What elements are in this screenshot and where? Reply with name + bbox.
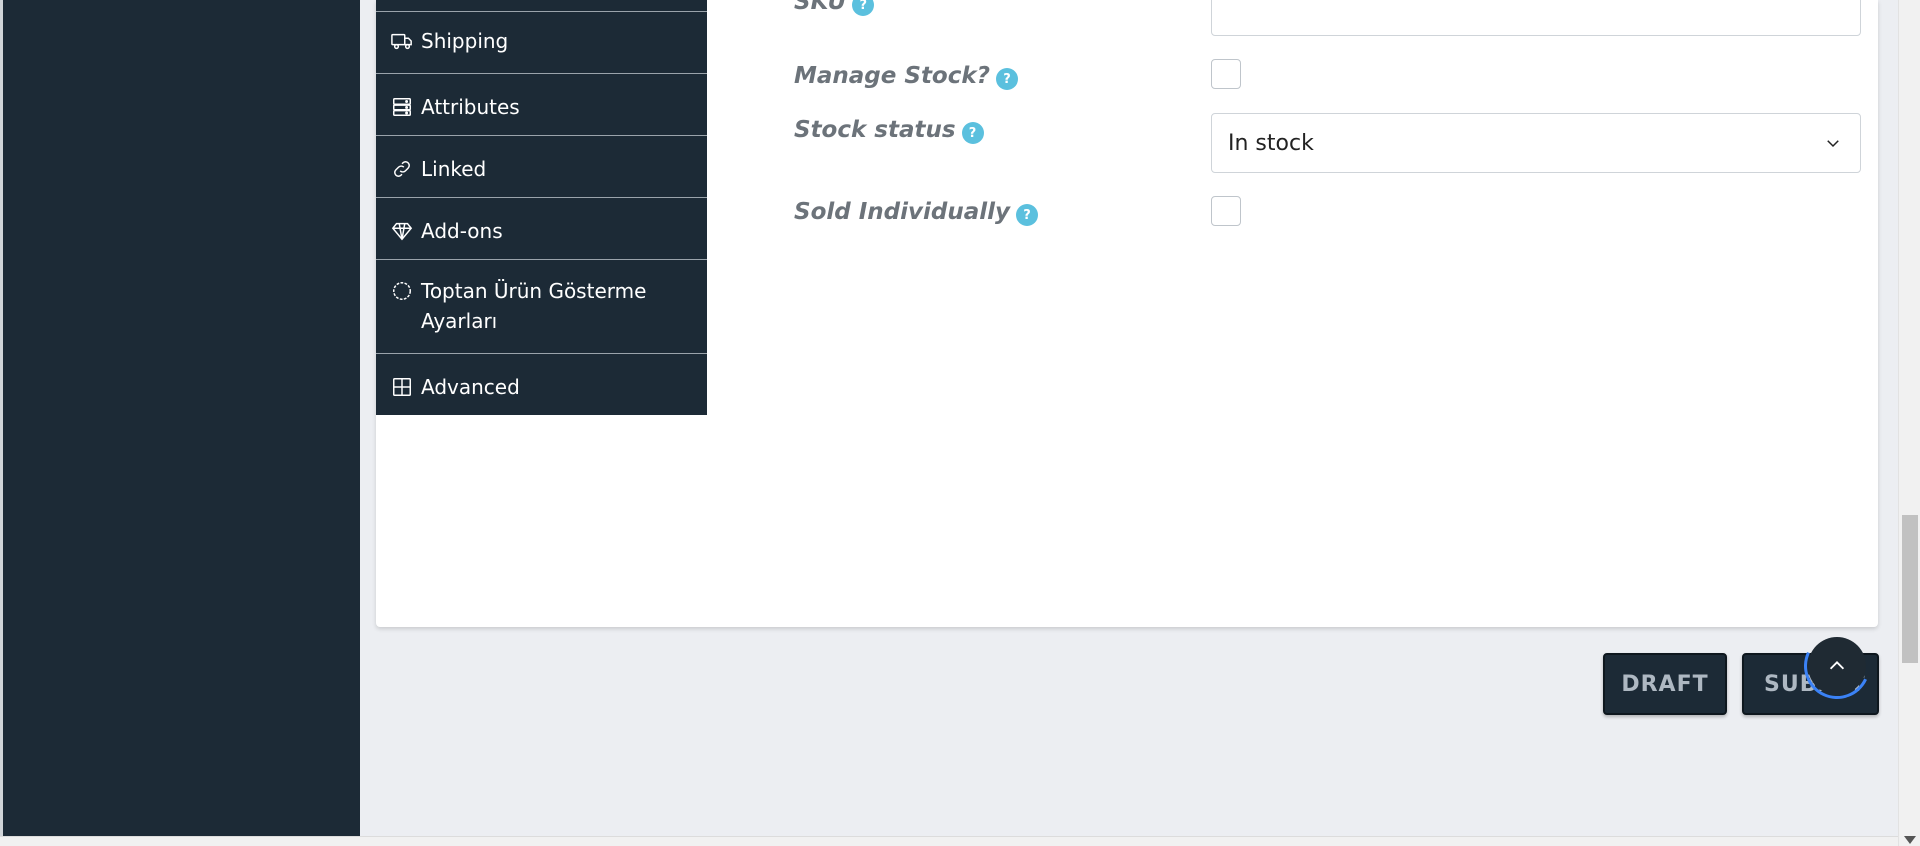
stock-status-label: Stock status ? (794, 116, 984, 144)
scrollbar-thumb[interactable] (1902, 515, 1918, 663)
back-to-top-button[interactable] (1808, 637, 1866, 695)
stock-status-select[interactable]: In stock (1211, 113, 1861, 173)
server-icon (391, 96, 413, 118)
tab-linked[interactable]: Linked (376, 135, 707, 197)
tab-label: Shipping (421, 29, 509, 53)
circle-dashed-icon (391, 280, 413, 302)
diamond-icon (391, 220, 413, 242)
help-icon[interactable]: ? (961, 122, 984, 144)
chevron-down-icon (1827, 140, 1839, 148)
tab-label: Linked (421, 157, 487, 181)
tab-advanced[interactable]: Advanced (376, 353, 707, 415)
tab-label: Toptan Ürün Gösterme Ayarları (421, 279, 647, 333)
tab-attributes[interactable]: Attributes (376, 73, 707, 135)
product-data-tabs: Shipping Attributes Linked Add-ons Topta… (376, 0, 707, 415)
vertical-scrollbar[interactable] (1898, 0, 1920, 846)
manage-stock-checkbox[interactable] (1211, 59, 1241, 89)
sold-individually-label: Sold Individually ? (794, 198, 1038, 226)
manage-stock-label: Manage Stock? ? (794, 62, 1019, 90)
horizontal-scrollbar (0, 836, 1898, 846)
tab-top-edge (376, 0, 707, 11)
tab-label: Add-ons (421, 219, 503, 243)
help-icon[interactable]: ? (1016, 204, 1038, 226)
help-icon[interactable]: ? (996, 68, 1019, 90)
stock-status-value: In stock (1228, 130, 1314, 156)
sku-label: SKU ? (794, 0, 875, 16)
grid-icon (391, 376, 413, 398)
truck-icon (391, 30, 413, 52)
left-sidebar (0, 0, 360, 846)
sold-individually-checkbox[interactable] (1211, 196, 1241, 226)
draft-button[interactable]: DRAFT (1603, 653, 1727, 715)
scroll-down-arrow-icon[interactable] (1904, 836, 1916, 844)
tab-label: Attributes (421, 95, 520, 119)
sku-input[interactable] (1211, 0, 1861, 36)
tab-toptan-urun[interactable]: Toptan Ürün Gösterme Ayarları (376, 259, 707, 353)
help-icon[interactable]: ? (852, 0, 875, 16)
tab-shipping[interactable]: Shipping (376, 11, 707, 73)
tab-label: Advanced (421, 375, 520, 399)
tab-add-ons[interactable]: Add-ons (376, 197, 707, 259)
chevron-up-icon (1829, 661, 1845, 670)
link-icon (391, 158, 413, 180)
